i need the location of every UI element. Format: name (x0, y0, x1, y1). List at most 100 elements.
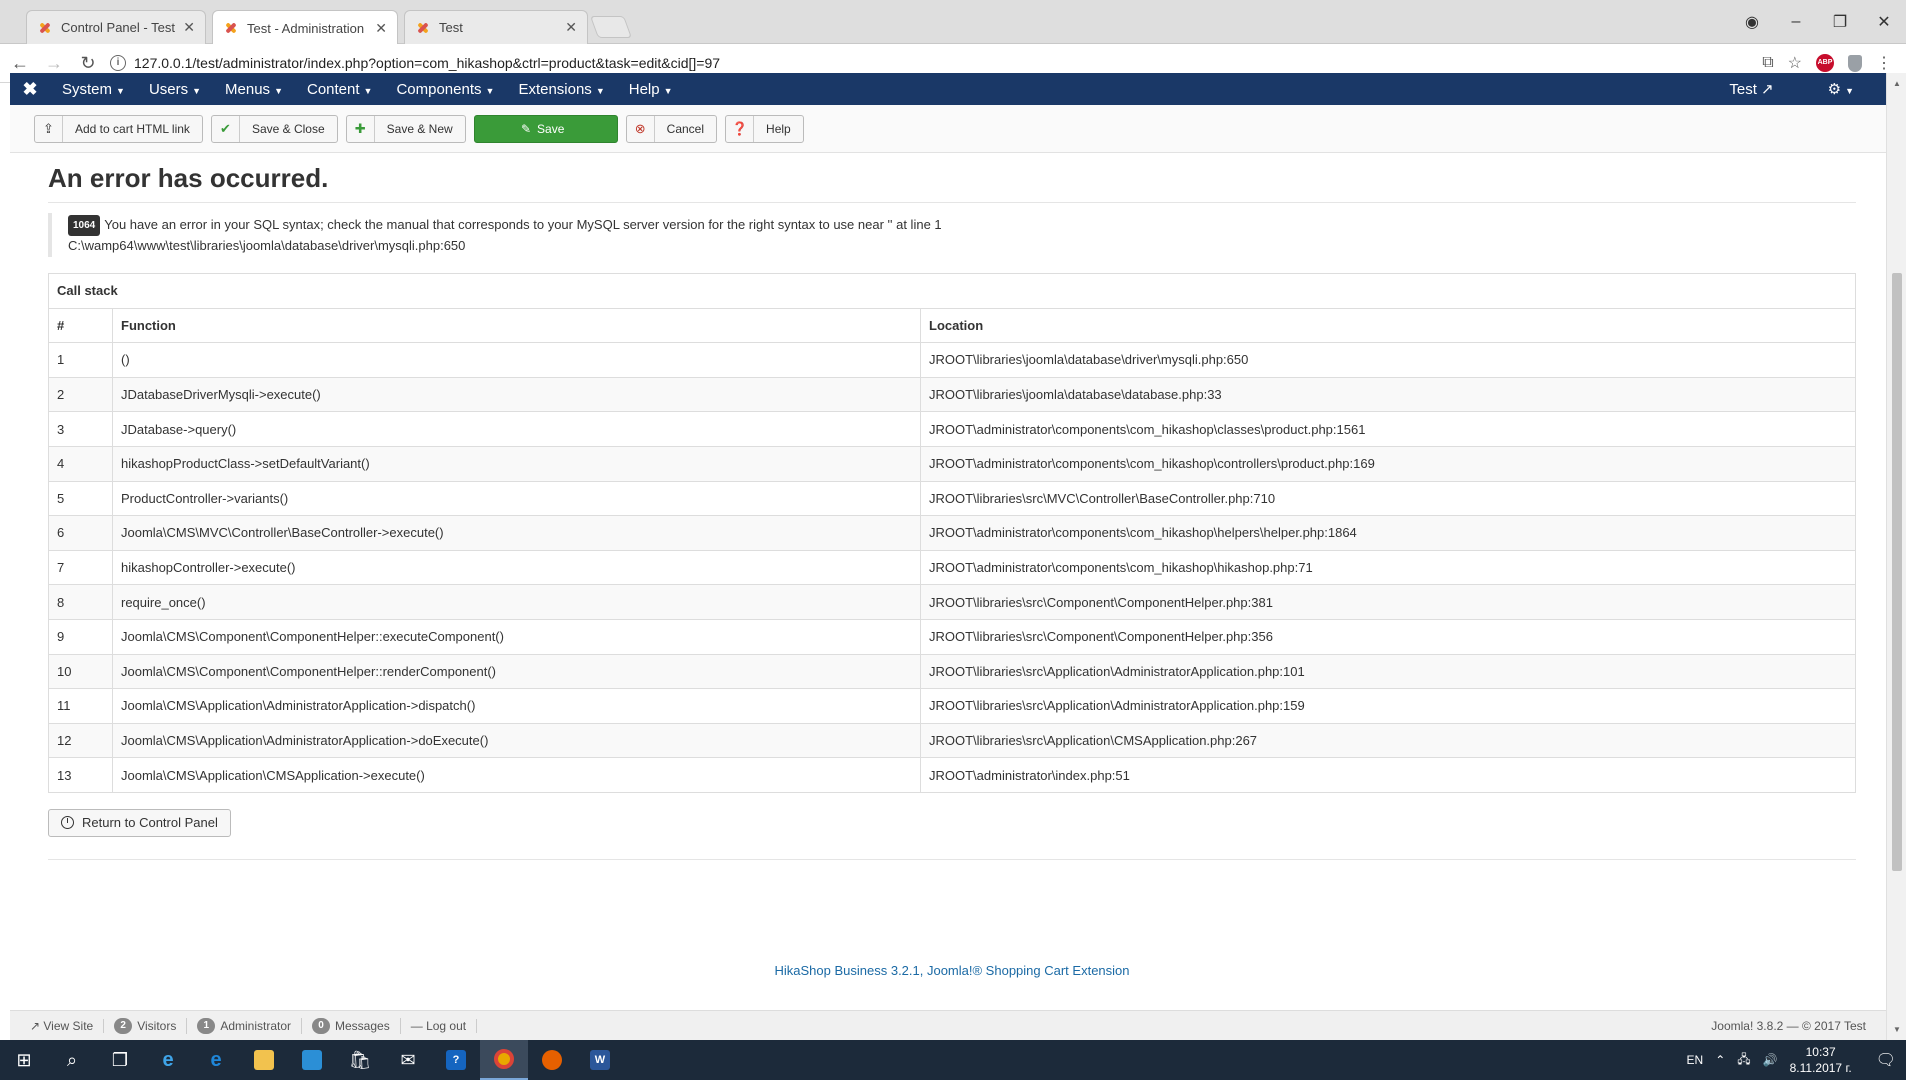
office-app-icon[interactable] (288, 1040, 336, 1080)
plus-icon: ✚ (347, 115, 375, 142)
row-location: JROOT\libraries\joomla\database\database… (920, 376, 1856, 413)
nav-right-group: Test ↗ ⚙ ▼ (1717, 80, 1886, 98)
tab-close-icon[interactable]: ✕ (183, 19, 195, 36)
browser-tab-control-panel[interactable]: Control Panel - Test - Ad ✕ (26, 10, 206, 44)
row-number: 11 (48, 688, 113, 724)
save-button[interactable]: ✎ Save (473, 114, 618, 143)
column-header-location: Location (920, 307, 1856, 344)
menu-label: Content (306, 80, 360, 98)
windows-taskbar: ⊞ ⌕ ❐ e e 🛍 ✉ ? W EN ⌃ 🖧 🔊 10:37 8.11.20… (0, 1040, 1906, 1080)
minimize-button[interactable]: – (1774, 13, 1818, 31)
page-scrollbar[interactable]: ▲ ▼ (1886, 73, 1906, 1040)
bookmark-star-icon[interactable]: ☆ (1788, 53, 1802, 73)
close-window-button[interactable]: ✕ (1862, 12, 1906, 32)
joomla-logo-icon[interactable]: ✖ (10, 79, 50, 100)
profile-icon[interactable]: ◉ (1730, 12, 1774, 32)
adblock-icon[interactable]: ABP (1816, 54, 1834, 72)
task-view-icon[interactable]: ❐ (96, 1040, 144, 1080)
row-location: JROOT\administrator\components\com_hikas… (920, 515, 1856, 551)
row-function: JDatabaseDriverMysqli->execute() (112, 376, 921, 413)
visitors-link[interactable]: 2 Visitors (104, 1017, 188, 1034)
network-icon[interactable]: 🖧 (1737, 1050, 1750, 1071)
button-label: Add to cart HTML link (75, 121, 190, 136)
caret-down-icon: ▼ (1845, 86, 1854, 96)
back-arrow-icon[interactable]: ← (6, 53, 34, 74)
logout-link[interactable]: — Log out (401, 1018, 478, 1033)
browser-menu-icon[interactable]: ⋮ (1876, 53, 1892, 73)
divider (48, 858, 1856, 860)
restore-button[interactable]: ❐ (1818, 12, 1862, 32)
row-number: 12 (48, 722, 113, 759)
menu-help[interactable]: Help ▼ (617, 81, 685, 98)
search-icon[interactable]: ⌕ (48, 1040, 96, 1080)
browser-tab-administration[interactable]: Test - Administration - P ✕ (212, 10, 398, 45)
forward-arrow-icon[interactable]: → (40, 53, 68, 74)
shield-extension-icon[interactable] (1848, 54, 1862, 72)
language-indicator[interactable]: EN (1687, 1053, 1704, 1067)
menu-extensions[interactable]: Extensions ▼ (506, 81, 616, 98)
row-function: Joomla\CMS\MVC\Controller\BaseController… (112, 515, 921, 551)
menu-content[interactable]: Content ▼ (295, 81, 384, 98)
tips-app-icon[interactable]: ? (432, 1040, 480, 1080)
site-info-icon[interactable]: i (110, 55, 126, 71)
new-tab-button[interactable] (589, 16, 633, 38)
minus-icon: — (410, 1018, 427, 1033)
table-row: 8 require_once() JROOT\libraries\src\Compo… (48, 584, 1856, 620)
store-icon[interactable]: 🛍 (336, 1040, 384, 1080)
row-number: 4 (48, 445, 113, 482)
row-number: 9 (48, 618, 113, 655)
word-icon[interactable]: W (576, 1040, 624, 1080)
external-link-icon: ↗ (1761, 81, 1774, 98)
browser-extensions: ⧉ ☆ ABP ⋮ (1762, 53, 1892, 73)
scroll-thumb[interactable] (1892, 273, 1902, 871)
messages-link[interactable]: 0 Messages (302, 1017, 401, 1034)
admin-top-nav: ✖ System ▼ Users ▼ Menus ▼ Content ▼ Compone… (10, 73, 1886, 105)
menu-label: Help (628, 80, 660, 98)
internet-explorer-icon[interactable]: e (144, 1040, 192, 1080)
firefox-icon[interactable] (528, 1040, 576, 1080)
row-number: 7 (48, 549, 113, 586)
save-close-button[interactable]: ✔ Save & Close (210, 114, 338, 143)
add-to-cart-html-button[interactable]: ⇪ Add to cart HTML link (34, 114, 203, 143)
volume-icon[interactable]: 🔊 (1763, 1053, 1778, 1067)
menu-system[interactable]: System ▼ (50, 81, 137, 98)
chrome-icon[interactable] (480, 1040, 528, 1080)
site-link[interactable]: Test ↗ (1717, 80, 1785, 98)
reload-icon[interactable]: ↻ (74, 53, 102, 74)
row-function: ProductController->variants() (112, 480, 921, 517)
taskbar-clock[interactable]: 10:37 8.11.2017 г. (1790, 1044, 1852, 1076)
hikashop-footer-link[interactable]: HikaShop Business 3.2.1, Joomla!® Shoppi… (48, 963, 1856, 978)
tab-close-icon[interactable]: ✕ (375, 20, 387, 37)
scroll-up-arrow-icon[interactable]: ▲ (1887, 79, 1906, 88)
tab-close-icon[interactable]: ✕ (565, 19, 577, 36)
administrator-link[interactable]: 1 Administrator (187, 1017, 303, 1034)
version-text: Joomla! 3.8.2 — © 2017 Test (1711, 1018, 1866, 1033)
menu-components[interactable]: Components ▼ (384, 81, 506, 98)
mail-icon[interactable]: ✉ (384, 1040, 432, 1080)
joomla-favicon-icon (415, 20, 431, 36)
cancel-button[interactable]: ⊗ Cancel (625, 114, 718, 143)
help-button[interactable]: ❓ Help (725, 114, 804, 143)
joomla-favicon-icon (223, 20, 239, 36)
table-row: 1() JROOT\libraries\joomla\database\drive… (48, 342, 1856, 378)
notification-center-icon[interactable]: 🗨 (1876, 1050, 1896, 1070)
browser-tab-test[interactable]: Test ✕ (404, 10, 588, 44)
menu-users[interactable]: Users ▼ (137, 81, 213, 98)
view-site-link[interactable]: ↗ View Site (20, 1018, 105, 1033)
clock-date: 8.11.2017 г. (1789, 1061, 1852, 1075)
file-explorer-icon[interactable] (240, 1040, 288, 1080)
return-to-control-panel-button[interactable]: Return to Control Panel (48, 808, 231, 837)
edge-browser-icon[interactable]: e (192, 1040, 240, 1080)
scroll-down-arrow-icon[interactable]: ▼ (1887, 1025, 1906, 1034)
system-tray: EN ⌃ 🖧 🔊 10:37 8.11.2017 г. 🗨 (1687, 1044, 1906, 1076)
row-number: 3 (48, 411, 113, 447)
translate-icon[interactable]: ⧉ (1762, 54, 1773, 72)
save-new-button[interactable]: ✚ Save & New (345, 114, 466, 143)
windows-start-icon[interactable]: ⊞ (0, 1040, 48, 1080)
settings-menu[interactable]: ⚙ ▼ (1816, 80, 1866, 98)
tray-chevron-up-icon[interactable]: ⌃ (1715, 1053, 1725, 1067)
check-icon: ✔ (212, 115, 240, 142)
window-controls: ◉ – ❐ ✕ (1730, 0, 1906, 44)
row-location: JROOT\libraries\src\MVC\Controller\BaseC… (920, 480, 1856, 517)
menu-menus[interactable]: Menus ▼ (213, 81, 295, 98)
